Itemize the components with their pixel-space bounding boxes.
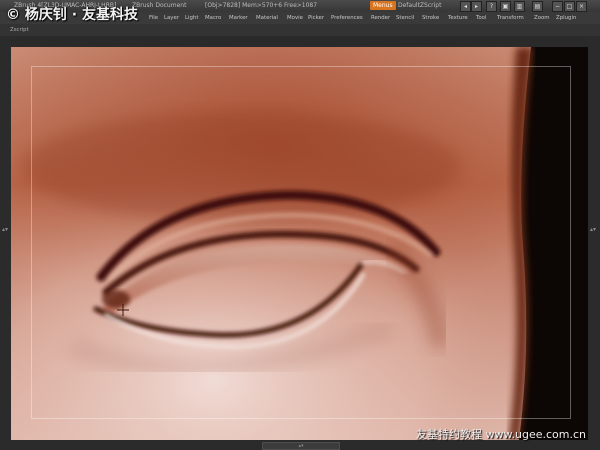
memory-stats: [Obj>7828] Mem>570+6 Free>1087 <box>205 2 318 9</box>
minimize-icon[interactable]: − <box>552 1 563 12</box>
menus-button[interactable]: Menus <box>370 1 396 10</box>
expand-bottom-icon[interactable]: ▴▾ <box>298 443 303 449</box>
scroll-right-icon[interactable]: ▸ <box>471 1 482 12</box>
menu-material[interactable]: Material <box>256 12 278 24</box>
left-shelf[interactable]: ▴▾ <box>0 36 11 440</box>
layout-icon[interactable]: ▣ <box>500 1 511 12</box>
expand-right-icon[interactable]: ▴▾ <box>590 226 596 233</box>
default-zscript-button[interactable]: DefaultZScript <box>398 0 441 12</box>
scroll-left-icon[interactable]: ◂ <box>460 1 471 12</box>
menu-picker[interactable]: Picker <box>308 12 324 24</box>
bottom-shelf-toggle[interactable]: ▴▾ <box>262 442 340 450</box>
document-title: ZBrush Document <box>132 2 187 9</box>
right-shelf[interactable]: ▴▾ <box>588 36 600 440</box>
menu-transform[interactable]: Transform <box>497 12 524 24</box>
menu-render[interactable]: Render <box>371 12 390 24</box>
maximize-icon[interactable]: □ <box>564 1 575 12</box>
layout-icon[interactable]: ▥ <box>514 1 525 12</box>
close-icon[interactable]: × <box>576 1 587 12</box>
zscript-label[interactable]: Zscript <box>10 24 29 36</box>
footer-watermark: 友基特约教程 www.ugee.com.cn <box>416 428 586 441</box>
menu-file[interactable]: File <box>149 12 158 24</box>
menu-stencil[interactable]: Stencil <box>396 12 414 24</box>
expand-left-icon[interactable]: ▴▾ <box>2 226 8 233</box>
menu-preferences[interactable]: Preferences <box>331 12 363 24</box>
copyright-watermark: © 杨庆钊 · 友基科技 <box>6 7 138 23</box>
menu-macro[interactable]: Macro <box>205 12 221 24</box>
menu-light[interactable]: Light <box>185 12 198 24</box>
sculpted-eye-render <box>11 47 588 440</box>
help-icon[interactable]: ? <box>486 1 497 12</box>
zscript-bar: Zscript <box>0 24 600 36</box>
menu-texture[interactable]: Texture <box>448 12 468 24</box>
menu-marker[interactable]: Marker <box>229 12 248 24</box>
save-icon[interactable]: ▤ <box>532 1 543 12</box>
menu-tool[interactable]: Tool <box>476 12 486 24</box>
menu-stroke[interactable]: Stroke <box>422 12 439 24</box>
document-canvas[interactable] <box>11 47 588 440</box>
menu-zplugin[interactable]: Zplugin <box>556 12 576 24</box>
menu-zoom[interactable]: Zoom <box>534 12 550 24</box>
menu-movie[interactable]: Movie <box>287 12 303 24</box>
menu-layer[interactable]: Layer <box>164 12 179 24</box>
